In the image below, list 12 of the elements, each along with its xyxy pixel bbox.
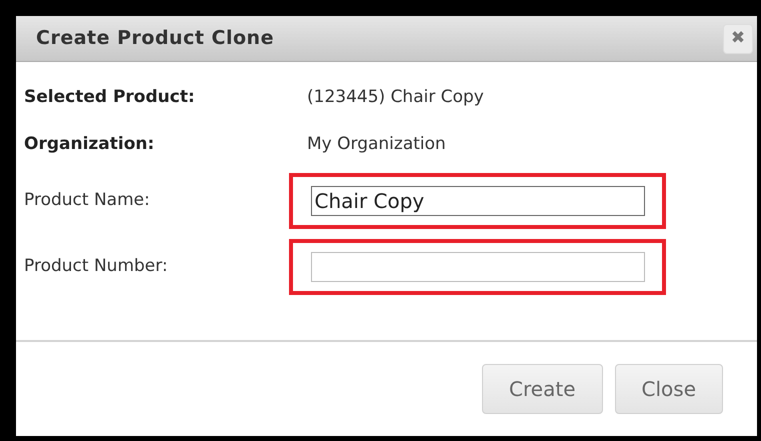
window-title: Create Product Clone bbox=[36, 26, 274, 52]
dialog-button[interactable]: Close bbox=[614, 364, 723, 414]
input-field[interactable]: Chair Copy bbox=[310, 186, 644, 216]
field-label: Selected Product: bbox=[24, 86, 196, 109]
dialog-button[interactable]: Create bbox=[482, 364, 603, 414]
field-label: Organization: bbox=[24, 132, 156, 156]
field-value: My Organization bbox=[307, 132, 446, 156]
field-label: Product Name: bbox=[24, 189, 151, 212]
field-value: (123445) Chair Copy bbox=[307, 86, 484, 109]
field-label: Product Number: bbox=[24, 255, 169, 278]
input-field[interactable] bbox=[310, 252, 644, 282]
close-icon[interactable]: ✖ bbox=[723, 24, 753, 54]
